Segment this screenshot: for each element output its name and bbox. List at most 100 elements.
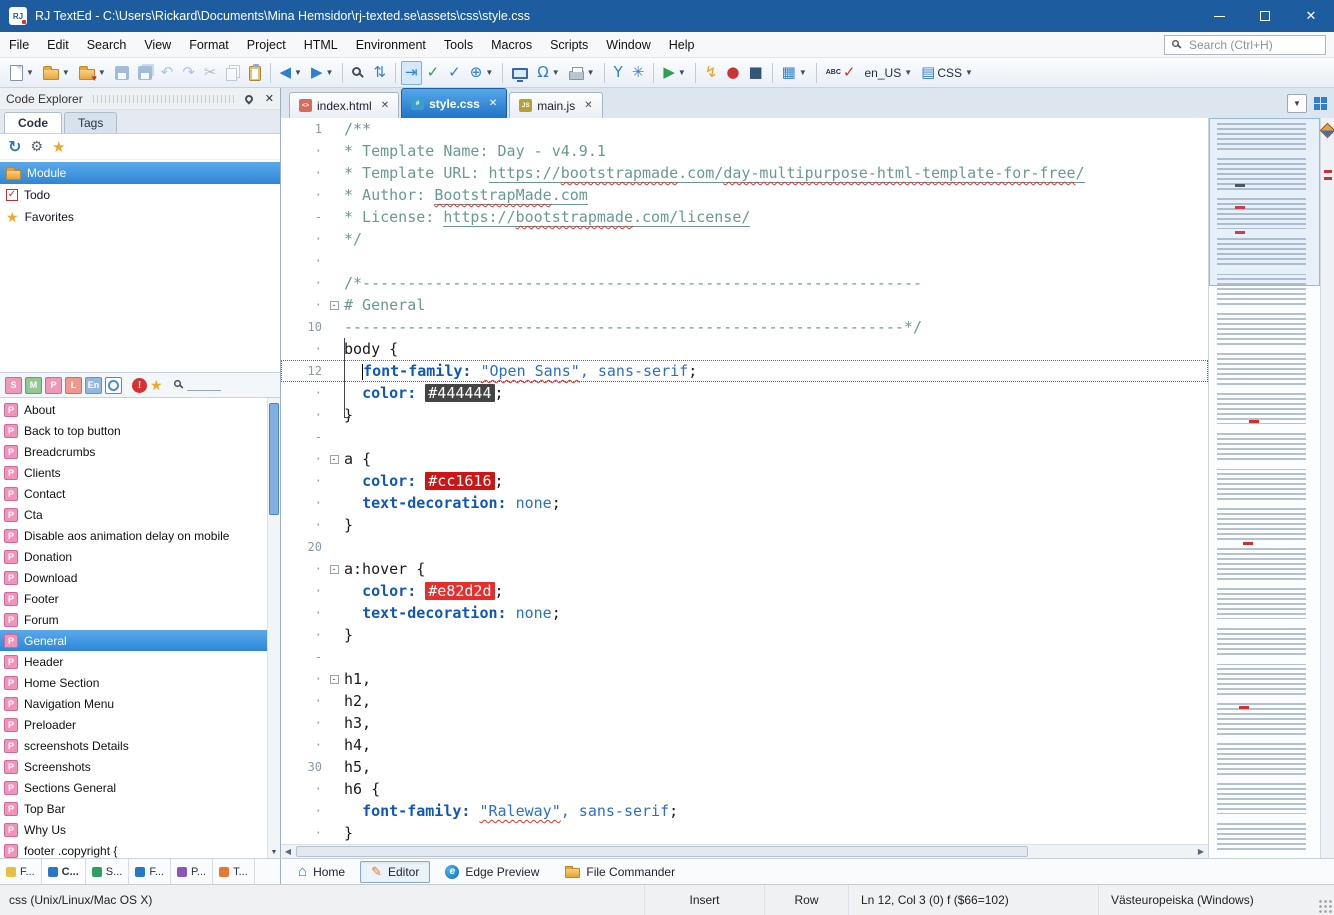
spell-check-button[interactable]: ABC✓ — [822, 61, 860, 85]
tree-item-favorites[interactable]: ★Favorites — [0, 206, 280, 228]
menu-environment[interactable]: Environment — [347, 34, 435, 56]
code-line[interactable]: 20 — [281, 536, 1208, 558]
section-item[interactable]: PFooter — [0, 588, 267, 609]
filter-en-button[interactable]: En — [85, 377, 102, 394]
annotation-strip[interactable] — [1320, 118, 1334, 858]
tab-list-dropdown-button[interactable]: ▼ — [1287, 94, 1307, 113]
section-search[interactable] — [173, 379, 221, 391]
scroll-left-icon[interactable]: ◀ — [281, 847, 295, 856]
fold-toggle[interactable]: - — [327, 565, 341, 574]
code-line[interactable]: ·-a { — [281, 448, 1208, 470]
menu-format[interactable]: Format — [180, 34, 238, 56]
code-line[interactable]: 30h5, — [281, 756, 1208, 778]
code-line[interactable]: 12 font-family: "Open Sans", sans-serif; — [281, 360, 1208, 382]
code-line[interactable]: ·} — [281, 822, 1208, 844]
section-item[interactable]: PClients — [0, 462, 267, 483]
horizontal-scrollbar[interactable]: ◀ ▶ — [281, 844, 1208, 858]
new-file-button[interactable]: ▼ — [6, 61, 38, 85]
paste-button[interactable] — [245, 61, 265, 85]
code-line[interactable]: · text-decoration: none; — [281, 492, 1208, 514]
editor-button[interactable]: ✎Editor — [360, 861, 430, 883]
goto-line-button[interactable]: ⇥ — [401, 61, 422, 85]
minimap[interactable] — [1208, 118, 1320, 858]
section-item[interactable]: PHeader — [0, 651, 267, 672]
edge-preview-button[interactable]: eEdge Preview — [434, 862, 550, 882]
status-insert-mode[interactable]: Insert — [644, 885, 764, 915]
code-line[interactable]: · font-family: "Raleway", sans-serif; — [281, 800, 1208, 822]
sort-button[interactable]: ⇅ — [369, 61, 390, 85]
fold-toggle[interactable]: - — [327, 675, 341, 684]
compare-merge-button[interactable]: Y — [610, 61, 627, 85]
filter-p-button[interactable]: P — [45, 377, 62, 394]
gear-icon[interactable]: ⚙ — [30, 138, 43, 155]
tab-tags[interactable]: Tags — [64, 112, 117, 133]
minimap-viewport[interactable] — [1209, 118, 1320, 286]
section-item[interactable]: PHome Section — [0, 672, 267, 693]
fold-minus-icon[interactable]: - — [330, 675, 339, 684]
maximize-button[interactable] — [1242, 0, 1288, 32]
tab-close-icon[interactable]: ✕ — [489, 98, 497, 109]
code-line[interactable]: ·h4, — [281, 734, 1208, 756]
code-line[interactable]: ·body { — [281, 338, 1208, 360]
file-commander-button[interactable]: File Commander — [554, 862, 686, 882]
theme-diamond-icon[interactable] — [1320, 123, 1334, 139]
status-encoding[interactable]: Västeuropeiska (Windows) — [1098, 885, 1318, 915]
code-line[interactable]: ·h6 { — [281, 778, 1208, 800]
code-line[interactable]: ·} — [281, 514, 1208, 536]
document-tab-style.css[interactable]: #style.css✕ — [401, 88, 507, 118]
validate-html-button[interactable]: ✓ — [423, 61, 444, 85]
section-item[interactable]: Pfooter .copyright { — [0, 840, 267, 858]
section-item[interactable]: PGeneral — [0, 630, 267, 651]
home-button[interactable]: ⌂Home — [287, 860, 356, 883]
section-item[interactable]: PForum — [0, 609, 267, 630]
document-tab-main.js[interactable]: JSmain.js✕ — [509, 92, 602, 118]
status-selection-mode[interactable]: Row — [764, 885, 848, 915]
panel-tab-F[interactable]: F... — [129, 859, 171, 884]
section-item[interactable]: PWhy Us — [0, 819, 267, 840]
menu-view[interactable]: View — [135, 34, 180, 56]
sidebar-scrollbar-thumb[interactable] — [269, 403, 279, 515]
menu-file[interactable]: File — [0, 34, 38, 56]
open-file-button[interactable]: ▼ — [39, 61, 74, 85]
panel-tab-F[interactable]: F... — [0, 859, 42, 884]
menu-html[interactable]: HTML — [295, 34, 347, 56]
search-input[interactable]: Search (Ctrl+H) — [1164, 35, 1326, 55]
fold-minus-icon[interactable]: - — [330, 455, 339, 464]
navigate-forward-button[interactable]: ▶▼ — [307, 61, 337, 85]
code-line[interactable]: ·} — [281, 404, 1208, 426]
section-item[interactable]: Pscreenshots Details — [0, 735, 267, 756]
code-line[interactable]: · color: #444444; — [281, 382, 1208, 404]
filter-all-button[interactable] — [105, 377, 122, 394]
code-line[interactable]: · text-decoration: none; — [281, 602, 1208, 624]
menu-help[interactable]: Help — [660, 34, 704, 56]
web-tools-button[interactable]: ⊕▼ — [466, 61, 498, 85]
filter-l-button[interactable]: L — [65, 377, 82, 394]
tab-code[interactable]: Code — [4, 112, 62, 133]
search-in-files-button[interactable] — [348, 61, 368, 85]
panel-tab-C[interactable]: C... — [42, 859, 86, 884]
section-item[interactable]: PCta — [0, 504, 267, 525]
sidebar-scrollbar[interactable]: ▼ — [267, 398, 280, 858]
code-line[interactable]: ·-h1, — [281, 668, 1208, 690]
favorites-filter-icon[interactable]: ★ — [150, 377, 163, 394]
browser-preview-button[interactable] — [508, 61, 532, 85]
scroll-right-icon[interactable]: ▶ — [1194, 847, 1208, 856]
filter-s-button[interactable]: S — [5, 377, 22, 394]
menu-edit[interactable]: Edit — [38, 34, 78, 56]
print-button[interactable]: ▼ — [565, 61, 599, 85]
section-item[interactable]: PContact — [0, 483, 267, 504]
code-line[interactable]: · — [281, 250, 1208, 272]
menu-project[interactable]: Project — [238, 34, 295, 56]
section-item[interactable]: PDownload — [0, 567, 267, 588]
code-line[interactable]: 10--------------------------------------… — [281, 316, 1208, 338]
code-line[interactable]: ·*/ — [281, 228, 1208, 250]
fold-toggle[interactable]: - — [327, 455, 341, 464]
horizontal-scrollbar-thumb[interactable] — [296, 846, 1028, 857]
addons-button[interactable]: ✳ — [628, 61, 649, 85]
pin-icon[interactable] — [243, 93, 254, 104]
section-item[interactable]: PNavigation Menu — [0, 693, 267, 714]
menu-tools[interactable]: Tools — [435, 34, 482, 56]
panel-tab-T[interactable]: T... — [213, 859, 255, 884]
code-line[interactable]: ·-# General — [281, 294, 1208, 316]
fold-minus-icon[interactable]: - — [330, 565, 339, 574]
